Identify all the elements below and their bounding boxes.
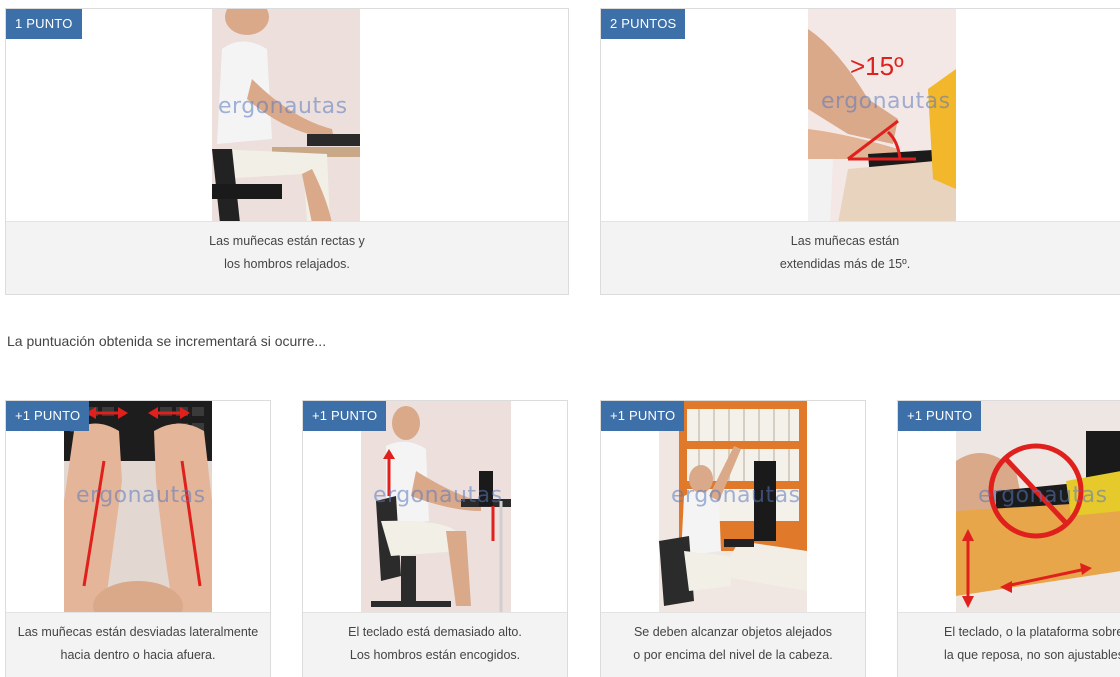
ergonautas-watermark: ergonautas (373, 483, 503, 508)
posture-card-reaching: ergonautas +1 PUNTO Se deben alcanzar ob… (600, 400, 866, 677)
caption-line-1: Las muñecas están rectas y (209, 234, 365, 248)
card-caption: El teclado, o la plataforma sobre la que… (898, 612, 1120, 677)
posture-card-shoulders-raised: ergonautas +1 PUNTO El teclado está dema… (302, 400, 568, 677)
score-badge: 2 PUNTOS (601, 9, 686, 39)
posture-card-1-punto: ergonautas 1 PUNTO Las muñecas están rec… (5, 8, 569, 295)
ergonautas-watermark: ergonautas (76, 483, 206, 508)
card-image-area: ergonautas +1 PUNTO (6, 401, 270, 614)
caption-line-1: El teclado está demasiado alto. (348, 625, 522, 639)
caption-line-2: Los hombros están encogidos. (349, 648, 521, 662)
score-badge: +1 PUNTO (601, 401, 685, 431)
caption-line-1: Las muñecas están desviadas lateralmente (17, 625, 259, 639)
score-badge: +1 PUNTO (303, 401, 387, 431)
wrist-extension-image (808, 9, 956, 223)
angle-label: >15º (850, 51, 904, 81)
caption-line-2: hacia dentro o hacia afuera. (60, 648, 216, 662)
card-caption: Las muñecas están extendidas más de 15º. (601, 221, 1120, 294)
ergonautas-watermark: ergonautas (218, 94, 348, 119)
ergonautas-watermark: ergonautas (821, 89, 951, 114)
caption-line-2: extendidas más de 15º. (779, 257, 911, 271)
card-image-area: ergonautas +1 PUNTO (898, 401, 1120, 614)
card-caption: El teclado está demasiado alto. Los homb… (303, 612, 567, 677)
card-caption: Las muñecas están rectas y los hombros r… (6, 221, 568, 294)
posture-card-2-puntos: >15º ergonautas 2 PUNTOS Las muñecas est… (600, 8, 1120, 295)
card-caption: Se deben alcanzar objetos alejados o por… (601, 612, 865, 677)
ergonautas-watermark: ergonautas (978, 483, 1108, 508)
score-badge: +1 PUNTO (6, 401, 90, 431)
posture-card-not-adjustable: ergonautas +1 PUNTO El teclado, o la pla… (897, 400, 1120, 677)
card-image-area: ergonautas +1 PUNTO (601, 401, 865, 614)
posture-card-lateral-deviation: ergonautas +1 PUNTO Las muñecas están de… (5, 400, 271, 677)
caption-line-2: la que reposa, no son ajustables. (944, 648, 1120, 662)
intro-text: La puntuación obtenida se incrementará s… (7, 333, 327, 349)
card-image-area: >15º ergonautas 2 PUNTOS (601, 9, 1120, 223)
card-image-area: ergonautas +1 PUNTO (303, 401, 567, 614)
caption-line-1: El teclado, o la plataforma sobre (944, 625, 1120, 639)
caption-line-1: Se deben alcanzar objetos alejados (633, 625, 833, 639)
caption-line-1: Las muñecas están (790, 234, 900, 248)
score-badge: +1 PUNTO (898, 401, 982, 431)
caption-line-2: o por encima del nivel de la cabeza. (633, 648, 833, 662)
score-badge: 1 PUNTO (6, 9, 82, 39)
ergonautas-watermark: ergonautas (671, 483, 801, 508)
caption-line-2: los hombros relajados. (224, 257, 350, 271)
card-image-area: ergonautas 1 PUNTO (6, 9, 568, 223)
card-caption: Las muñecas están desviadas lateralmente… (6, 612, 270, 677)
